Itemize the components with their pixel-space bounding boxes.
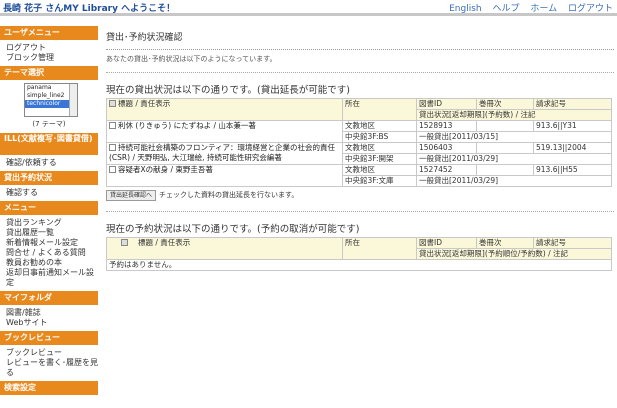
loan-checkbox[interactable] [109,144,116,151]
section-divider-2 [106,211,614,221]
reservations-header-row: 標題 / 責任表示 所在 図書ID 巻冊次 請求記号 [106,237,612,260]
sidebar-item-bookreview[interactable]: ブックレビュー [0,348,98,358]
loan-status: 一般貸出[2011/03/15] [416,131,612,143]
theme-listbox[interactable]: panama simple_line2 technicolor [24,83,78,117]
loan-title-cell: 持続可能社会構築のフロンティア：環境経営と企業の社会的責任(CSR) / 天野明… [106,142,343,165]
loan-location-shelf: 中央館3F:文庫 [342,175,417,187]
user-menu-heading: ユーザメニュー [0,26,98,40]
page-title: 貸出･予約状況確認 [106,33,183,43]
loan-call: 913.6||Y31 [533,120,612,132]
myfolder-heading: マイフォルダ [0,291,98,305]
main-content: 貸出･予約状況確認 あなたの貸出･予約状況は以下のようになっています。 現在の貸… [106,30,614,271]
loan-location-area: 文教地区 [342,164,417,176]
sidebar-item-websites[interactable]: Webサイト [0,318,98,328]
loan-vol [476,164,534,176]
title-divider [106,42,614,50]
loan-id: 1506403 [416,142,477,154]
res-col-title: 標題 / 責任表示 [106,237,343,260]
bookreview-heading: ブックレビュー [0,331,98,345]
sidebar-item-history[interactable]: 貸出履歴一覧 [0,228,98,238]
res-col-call: 請求記号 [533,237,612,249]
loan-call: 913.6||H55 [533,164,612,176]
loan-title-cell: 利休 (りきゅう) にたずねよ / 山本兼一著 [106,120,343,143]
loans-col-vol: 巻冊次 [476,98,534,110]
loan-status: 一般貸出[2011/03/29] [416,153,612,165]
loan-location-area: 文教地区 [342,120,417,132]
loan-title-link[interactable]: 容疑者Xの献身 / 東野圭吾著 [118,165,213,174]
reservations-empty: 予約はありません。 [106,259,612,271]
sidebar-item-faq[interactable]: 問合せ / よくある質問 [0,248,98,258]
loans-heading: 現在の貸出状況は以下の通りです。(貸出延長が可能です) [106,85,350,96]
loan-checkbox[interactable] [109,166,116,173]
res-col-vol: 巻冊次 [476,237,534,249]
loan-status: 一般貸出[2011/03/29] [416,175,612,187]
res-col-title-label: 標題 / 責任表示 [138,238,191,247]
table-row: 容疑者Xの献身 / 東野圭吾著 文教地区 1527452 913.6||H55 [106,164,612,187]
loan-id: 1528913 [416,120,477,132]
loan-location-shelf: 中央館3F:BS [342,131,417,143]
sidebar-item-books[interactable]: 図書/雑誌 [0,308,98,318]
res-col-location: 所在 [342,237,417,260]
theme-heading: テーマ選択 [0,66,98,80]
loans-col-call: 請求記号 [533,98,612,110]
loans-col-location: 所在 [342,98,417,121]
sidebar-item-write-review[interactable]: レビューを書く･履歴を見る [0,358,98,378]
loan-location-shelf: 中央館3F:開架 [342,153,417,165]
loans-col-status: 貸出状況[返却期限](予約数) / 注記 [416,109,612,121]
menu-heading: メニュー [0,201,98,215]
sidebar: ユーザメニュー ログアウト ブロック管理 テーマ選択 panama simple… [0,26,98,408]
reservations-heading: 現在の予約状況は以下の通りです。(予約の取消が可能です) [106,224,360,235]
sidebar-item-return-notice[interactable]: 返却日事前通知メール設定 [0,268,98,288]
loan-location-area: 文教地区 [342,142,417,154]
theme-scrollbar[interactable] [69,84,77,116]
res-col-status: 貸出状況[返却期限](予約順位/予約数) / 注記 [416,248,612,260]
loan-title-cell: 容疑者Xの献身 / 東野圭吾著 [106,164,343,187]
res-col-id: 図書ID [416,237,477,249]
loan-call: 519.13||2004 [533,142,612,154]
loan-title-link[interactable]: 利休 (りきゅう) にたずねよ / 山本兼一著 [118,121,256,130]
loan-vol [476,120,534,132]
res-select-all-checkbox[interactable] [121,239,128,246]
table-row: 持続可能社会構築のフロンティア：環境経営と企業の社会的責任(CSR) / 天野明… [106,142,612,165]
loans-col-title-label: 標題 / 責任表示 [118,99,171,108]
sidebar-item-ranking[interactable]: 貸出ランキング [0,218,98,228]
loan-id: 1527452 [416,164,477,176]
loans-col-title: 標題 / 責任表示 [106,98,343,121]
search-settings-heading: 検索設定 [0,381,98,395]
loan-status-heading: 貸出予約状況 [0,171,98,185]
loan-title-link[interactable]: 持続可能社会構築のフロンティア：環境経営と企業の社会的責任(CSR) / 天野明… [109,143,335,162]
extend-note: チェックした資料の貸出延長を行ないます。 [159,191,299,199]
ill-heading: ILL(文献複写･図書貸借) [0,133,98,155]
header-divider [0,13,617,16]
extend-row: 貸出延長確認へ チェックした資料の貸出延長を行ないます。 [106,187,614,201]
top-header: 長崎 花子 さんMY Library へようこそ！ English ヘルプ ホー… [0,0,617,14]
sidebar-item-new-mail[interactable]: 新着情報メール設定 [0,238,98,248]
theme-count: (7 テーマ) [32,120,66,128]
loan-checkbox[interactable] [109,122,116,129]
loans-table: 標題 / 責任表示 所在 図書ID 巻冊次 請求記号 貸出状況[返却期限](予約… [106,98,612,187]
sidebar-item-loan-check[interactable]: 確認する [0,188,98,198]
table-row: 予約はありません。 [106,259,612,271]
sidebar-item-recommended[interactable]: 教員お勧めの本 [0,258,98,268]
sidebar-item-block-manage[interactable]: ブロック管理 [0,53,98,63]
loans-header-row: 標題 / 責任表示 所在 図書ID 巻冊次 請求記号 [106,98,612,121]
sidebar-item-ill-request[interactable]: 確認/依頼する [0,158,98,168]
sidebar-item-logout[interactable]: ログアウト [0,43,98,53]
page-note: あなたの貸出･予約状況は以下のようになっています。 [106,55,277,63]
loans-col-id: 図書ID [416,98,477,110]
section-divider [106,72,614,82]
reservations-table: 標題 / 責任表示 所在 図書ID 巻冊次 請求記号 貸出状況[返却期限](予約… [106,237,612,271]
loan-vol [476,142,534,154]
select-all-checkbox[interactable] [109,100,116,107]
extend-loan-button[interactable]: 貸出延長確認へ [106,190,157,201]
table-row: 利休 (りきゅう) にたずねよ / 山本兼一著 文教地区 1528913 913… [106,120,612,143]
